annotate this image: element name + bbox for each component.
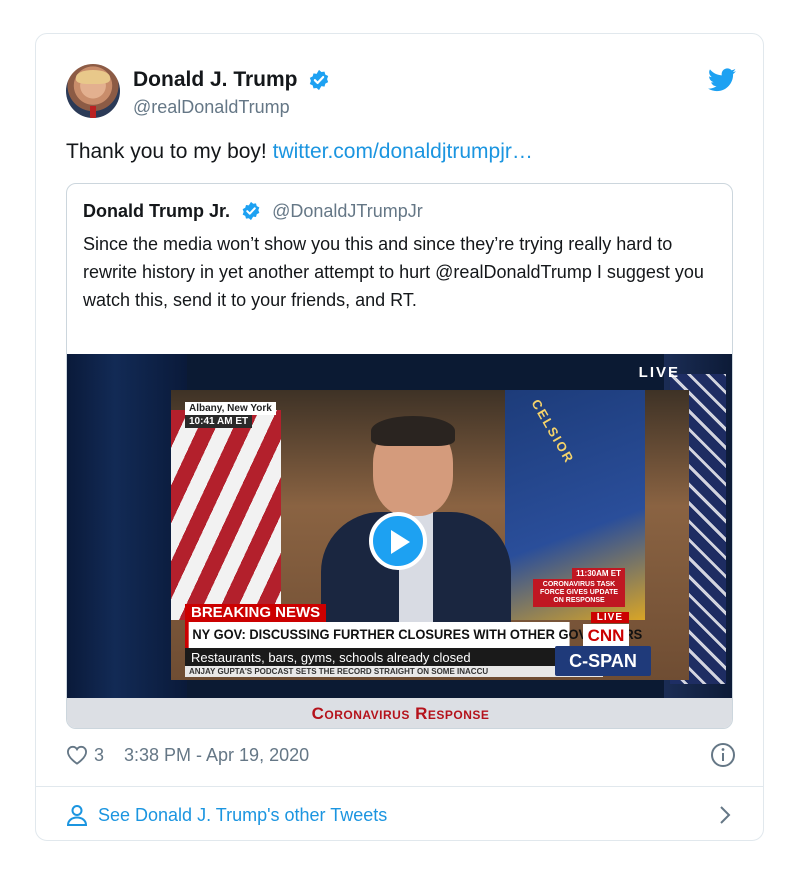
video-task-force: CORONAVIRUS TASK FORCE GIVES UPDATE ON R…: [533, 579, 625, 607]
video-caption-bar: Coronavirus Response: [67, 698, 732, 728]
footer-divider: [36, 786, 763, 787]
tweet-text: Thank you to my boy! twitter.com/donaldj…: [66, 140, 533, 164]
video-time-left: 10:41 AM ET: [185, 415, 253, 428]
avatar-hair: [76, 70, 110, 84]
person-icon: [66, 805, 88, 826]
author-handle[interactable]: @realDonaldTrump: [133, 97, 330, 118]
play-icon: [391, 530, 410, 554]
see-other-tweets-link[interactable]: See Donald J. Trump's other Tweets: [66, 800, 736, 830]
play-button[interactable]: [369, 512, 427, 570]
see-other-tweets-label: See Donald J. Trump's other Tweets: [98, 805, 388, 825]
video-inner-frame: CELSIOR Albany, New York 10:41 AM ET 11:…: [171, 390, 689, 680]
tweet-meta: 3 3:38 PM - Apr 19, 2020: [66, 742, 736, 770]
tweet-body: Thank you to my boy!: [66, 140, 273, 163]
video-network-logo: CNN: [583, 624, 629, 648]
quoted-tweet[interactable]: Donald Trump Jr. @DonaldJTrumpJr Since t…: [66, 183, 733, 729]
video-speaker-hair: [371, 416, 455, 446]
tweet-link[interactable]: twitter.com/donaldjtrumpjr…: [273, 140, 533, 163]
video-us-flag: [171, 410, 281, 620]
video-time-right: 11:30AM ET: [572, 568, 625, 579]
verified-badge-icon: [242, 202, 260, 221]
avatar[interactable]: [66, 64, 120, 118]
video-flag-text: CELSIOR: [528, 396, 578, 467]
twitter-bird-icon[interactable]: [708, 68, 736, 92]
quoted-display-name[interactable]: Donald Trump Jr.: [83, 201, 230, 222]
video-breaking-news: BREAKING NEWS: [185, 604, 327, 622]
avatar-tie: [90, 106, 96, 118]
tweet-timestamp[interactable]: 3:38 PM - Apr 19, 2020: [124, 745, 309, 766]
like-count[interactable]: 3: [94, 745, 104, 766]
video-live-label: LIVE: [638, 364, 680, 381]
info-icon[interactable]: [710, 742, 736, 768]
author-display-name[interactable]: Donald J. Trump: [133, 68, 298, 92]
tweet-header: Donald J. Trump @realDonaldTrump: [66, 64, 736, 120]
quoted-text: Since the media won’t show you this and …: [83, 234, 704, 310]
video-curtain-left: [67, 354, 187, 698]
video-subline: Restaurants, bars, gyms, schools already…: [185, 648, 603, 667]
video-caption: Coronavirus Response: [311, 704, 490, 723]
verified-badge-icon: [309, 69, 329, 91]
video-player[interactable]: LIVE CELSIOR Albany, New York 10:41 AM E…: [67, 354, 732, 698]
chevron-right-icon: [720, 806, 731, 824]
embedded-tweet-card: Donald J. Trump @realDonaldTrump Thank y…: [35, 33, 764, 841]
video-ticker: ANJAY GUPTA'S PODCAST SETS THE RECORD ST…: [185, 666, 603, 677]
video-location: Albany, New York: [185, 402, 276, 415]
video-live-badge: LIVE: [590, 612, 629, 623]
video-headline: NY GOV: DISCUSSING FURTHER CLOSURES WITH…: [185, 622, 642, 648]
quoted-header: Donald Trump Jr. @DonaldJTrumpJr: [83, 200, 423, 222]
heart-icon[interactable]: [66, 745, 88, 765]
author-block: Donald J. Trump @realDonaldTrump: [133, 68, 330, 118]
quoted-handle[interactable]: @DonaldJTrumpJr: [272, 201, 423, 222]
video-cspan-logo: C-SPAN: [555, 646, 651, 676]
